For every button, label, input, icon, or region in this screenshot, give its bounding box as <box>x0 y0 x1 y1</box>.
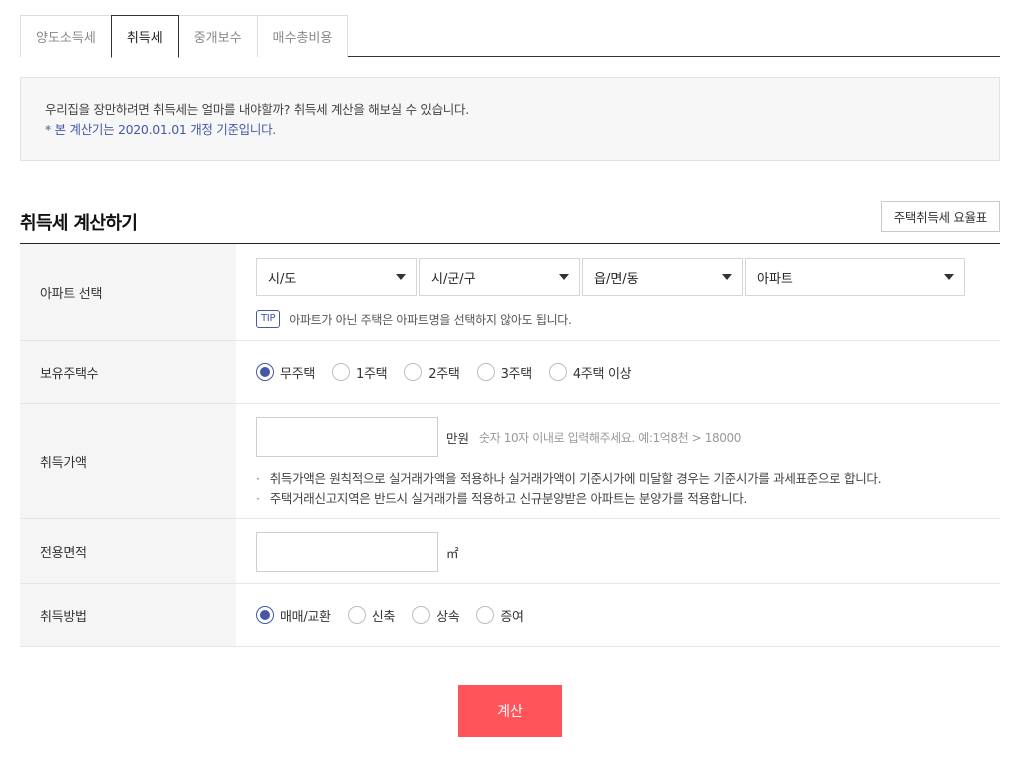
radio-checked-icon <box>256 363 274 381</box>
radio-unchecked-icon <box>476 363 495 381</box>
price-note-item: 취득가액은 원칙적으로 실거래가액을 적용하나 실거래가액이 기준시가에 미달할… <box>256 469 1000 489</box>
radio-checked-icon <box>256 606 274 624</box>
price-unit: 만원 <box>446 430 470 446</box>
houses-owned-row: 보유주택수 무주택 1주택 2주택 3주택 4주택 이상 <box>20 341 1000 404</box>
tip-badge: TIP <box>256 310 281 328</box>
radio-no-house[interactable]: 무주택 <box>256 363 315 382</box>
price-notes: 취득가액은 원칙적으로 실거래가액을 적용하나 실거래가액이 기준시가에 미달할… <box>256 469 1000 509</box>
radio-label: 매매/교환 <box>280 609 331 625</box>
tip-line: TIP 아파트가 아닌 주택은 아파트명을 선택하지 않아도 됩니다. <box>256 310 1000 328</box>
radio-four-plus-houses[interactable]: 4주택 이상 <box>548 363 632 382</box>
province-select-value: 시/도 <box>268 271 297 287</box>
acquisition-method-row: 취득방법 매매/교환 신축 상속 증여 <box>20 584 1000 647</box>
radio-label: 상속 <box>436 609 460 625</box>
radio-trade-exchange[interactable]: 매매/교환 <box>256 606 331 625</box>
acquisition-price-row: 취득가액 만원 숫자 10자 이내로 입력해주세요. 예:1억8천 > 1800… <box>20 404 1000 519</box>
rate-table-button[interactable]: 주택취득세 요율표 <box>880 201 1000 232</box>
radio-label: 3주택 <box>500 366 533 382</box>
calculate-button[interactable]: 계산 <box>458 685 562 737</box>
town-select[interactable]: 읍/면/동 <box>582 258 743 296</box>
tab-brokerage-fee[interactable]: 중개보수 <box>177 15 258 57</box>
calculator-page: 양도소득세 취득세 중개보수 매수총비용 우리집을 장만하려면 취득세는 얼마를… <box>20 15 1000 647</box>
price-note-item: 주택거래신고지역은 반드시 실거래가를 적용하고 신규분양받은 아파트는 분양가… <box>256 489 1000 509</box>
chevron-down-icon <box>722 274 732 280</box>
acquisition-method-radio-group: 매매/교환 신축 상속 증여 <box>256 584 1000 646</box>
chevron-down-icon <box>944 274 954 280</box>
info-box: 우리집을 장만하려면 취득세는 얼마를 내야할까? 취득세 계산을 해보실 수 … <box>20 77 1000 161</box>
tab-capital-gains-tax[interactable]: 양도소득세 <box>20 15 112 57</box>
radio-unchecked-icon <box>331 363 350 381</box>
radio-three-houses[interactable]: 3주택 <box>476 363 533 382</box>
tip-text: 아파트가 아닌 주택은 아파트명을 선택하지 않아도 됩니다. <box>289 312 572 327</box>
info-description: 우리집을 장만하려면 취득세는 얼마를 내야할까? 취득세 계산을 해보실 수 … <box>45 102 469 117</box>
radio-new-construction[interactable]: 신축 <box>347 606 396 625</box>
exclusive-area-row: 전용면적 ㎡ <box>20 519 1000 584</box>
radio-unchecked-icon <box>404 363 423 381</box>
section-title: 취득세 계산하기 <box>20 213 138 234</box>
radio-one-house[interactable]: 1주택 <box>331 363 388 382</box>
tab-total-purchase-cost[interactable]: 매수총비용 <box>256 15 349 57</box>
area-unit: ㎡ <box>446 545 459 561</box>
price-hint: 숫자 10자 이내로 입력해주세요. 예:1억8천 > 18000 <box>479 430 741 445</box>
tab-acquisition-tax[interactable]: 취득세 <box>110 15 179 58</box>
info-revision-note: * 본 계산기는 2020.01.01 개정 기준입니다. <box>45 122 276 137</box>
acquisition-price-label: 취득가액 <box>20 404 236 518</box>
chevron-down-icon <box>396 274 406 280</box>
exclusive-area-label: 전용면적 <box>20 519 236 583</box>
acquisition-method-label: 취득방법 <box>20 584 236 646</box>
exclusive-area-input[interactable] <box>256 532 438 572</box>
radio-label: 4주택 이상 <box>572 366 632 382</box>
houses-owned-radio-group: 무주택 1주택 2주택 3주택 4주택 이상 <box>256 341 1000 403</box>
radio-gift[interactable]: 증여 <box>476 606 524 625</box>
city-select-value: 시/군/구 <box>431 271 476 287</box>
radio-unchecked-icon <box>347 606 366 624</box>
radio-label: 2주택 <box>428 366 460 382</box>
radio-label: 1주택 <box>355 366 388 382</box>
town-select-value: 읍/면/동 <box>594 271 639 287</box>
radio-label: 증여 <box>500 609 524 625</box>
radio-label: 무주택 <box>280 366 315 382</box>
acquisition-price-input[interactable] <box>256 417 438 457</box>
houses-owned-label: 보유주택수 <box>20 341 236 403</box>
apartment-row: 아파트 선택 시/도 시/군/구 읍/면/동 아파트 TIP 아파트가 아닌 주… <box>20 244 1000 341</box>
province-select[interactable]: 시/도 <box>256 258 417 296</box>
radio-unchecked-icon <box>548 363 567 381</box>
radio-unchecked-icon <box>412 606 431 624</box>
radio-inheritance[interactable]: 상속 <box>412 606 460 625</box>
city-select[interactable]: 시/군/구 <box>419 258 580 296</box>
chevron-down-icon <box>559 274 569 280</box>
radio-unchecked-icon <box>476 606 495 624</box>
section-header: 취득세 계산하기 주택취득세 요율표 <box>20 198 1000 244</box>
tab-bar: 양도소득세 취득세 중개보수 매수총비용 <box>20 15 1000 58</box>
radio-label: 신축 <box>371 609 396 625</box>
apartment-label: 아파트 선택 <box>20 244 236 340</box>
apartment-select[interactable]: 아파트 <box>745 258 965 296</box>
apartment-select-value: 아파트 <box>757 271 793 287</box>
radio-two-houses[interactable]: 2주택 <box>404 363 460 382</box>
